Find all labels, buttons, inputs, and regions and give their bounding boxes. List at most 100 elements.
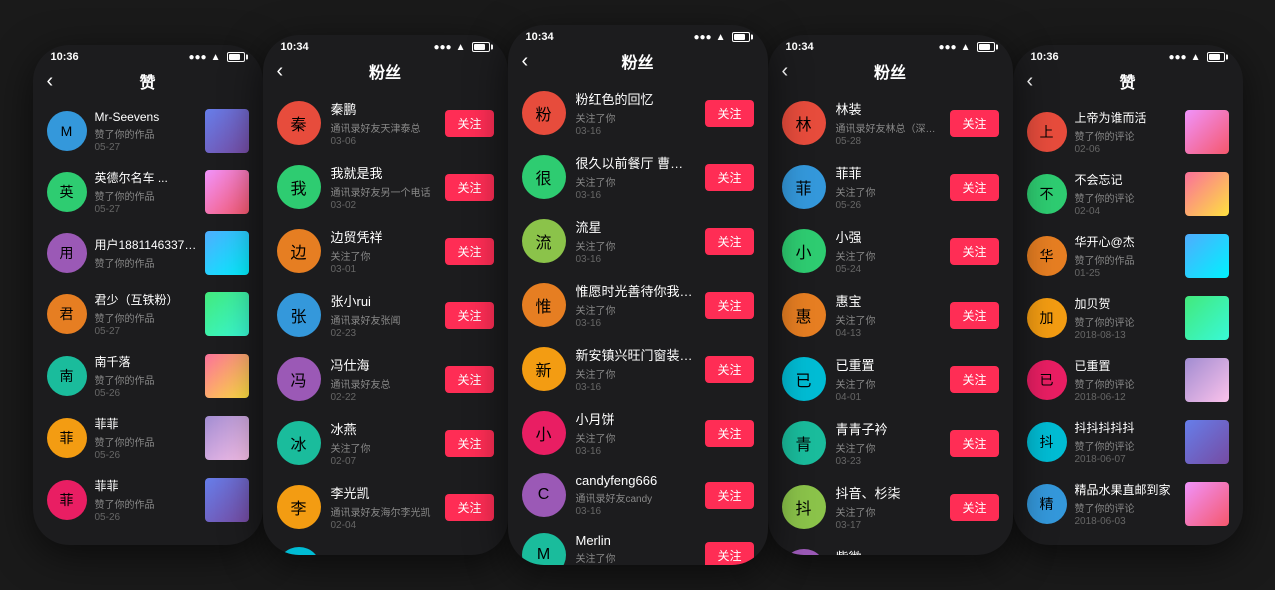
zan-thumb xyxy=(1185,420,1229,464)
follow-button[interactable]: 关注 xyxy=(950,494,998,521)
zan-info: 君少（互铁粉） 赞了你的作品 05-27 xyxy=(95,291,197,337)
nav-bar: ‹ 赞 xyxy=(1013,65,1243,101)
zan-info: 已重置 赞了你的评论 2018-06-12 xyxy=(1075,357,1177,403)
fan-item: 冯 冯仕海 通讯录好友总 02-22 关注 xyxy=(263,347,508,411)
follow-button[interactable]: 关注 xyxy=(445,494,493,521)
follow-button[interactable]: 关注 xyxy=(705,164,753,191)
zan-action: 赞了你的作品 xyxy=(95,434,197,449)
zan-item: 精 精品水果直邮到家 赞了你的评论 2018-06-03 xyxy=(1013,473,1243,535)
follow-button[interactable]: 关注 xyxy=(950,238,998,265)
fan-sub: 关注了你 xyxy=(576,302,696,317)
zan-info: 抖抖抖抖抖 赞了你的评论 2018-06-07 xyxy=(1075,419,1177,465)
item-list: 粉 粉红色的回忆 关注了你 03-16 关注 很 很久以前餐厅 曹世坚 关注了你… xyxy=(508,81,768,565)
avatar: 小 xyxy=(522,411,566,455)
follow-button[interactable]: 关注 xyxy=(950,174,998,201)
fan-info: 已重置 关注了你 04-01 xyxy=(836,355,941,403)
zan-name: 君少（互铁粉） xyxy=(95,291,197,308)
follow-button[interactable]: 关注 xyxy=(445,238,493,265)
zan-action: 赞了你的作品 xyxy=(95,496,197,511)
time: 10:34 xyxy=(281,41,309,53)
fan-item: 小 小强 关注了你 05-24 关注 xyxy=(768,219,1013,283)
fan-name: Merlin xyxy=(576,533,696,548)
follow-button[interactable]: 关注 xyxy=(445,174,493,201)
fan-item: 惠 惠宝 关注了你 04-13 关注 xyxy=(768,283,1013,347)
zan-name: 用户18811463377... xyxy=(95,236,197,253)
fan-info: 很久以前餐厅 曹世坚 关注了你 03-16 xyxy=(576,153,696,201)
fan-info: 小月饼 关注了你 03-16 xyxy=(576,409,696,457)
avatar: 青 xyxy=(782,421,826,465)
fan-info: 青青子衿 关注了你 03-23 xyxy=(836,419,941,467)
fan-item: 紫 紫微 关注了你 03-16 关注 xyxy=(768,539,1013,555)
follow-button[interactable]: 关注 xyxy=(950,302,998,329)
avatar: 我 xyxy=(277,165,321,209)
fan-item: 李 李光凯 通讯录好友海尔李光凯 02-04 关注 xyxy=(263,475,508,539)
follow-button[interactable]: 关注 xyxy=(705,542,753,566)
fan-info: 冰燕 关注了你 02-07 xyxy=(331,419,436,467)
zan-action: 赞了你的评论 xyxy=(1075,190,1177,205)
zan-thumb xyxy=(205,478,249,522)
follow-button[interactable]: 关注 xyxy=(950,430,998,457)
fan-date: 05-28 xyxy=(836,136,941,147)
back-button[interactable]: ‹ xyxy=(277,60,284,83)
avatar: 秦 xyxy=(277,101,321,145)
fan-date: 02-22 xyxy=(331,392,436,403)
fan-date: 04-01 xyxy=(836,392,941,403)
fan-date: 03-16 xyxy=(576,318,696,329)
status-bar: 10:34 ●●● ▲ xyxy=(508,25,768,45)
zan-action: 赞了你的作品 xyxy=(95,126,197,141)
fan-info: 惟愿时光善待你我的青春 关注了你 03-16 xyxy=(576,281,696,329)
zan-date: 05-26 xyxy=(95,388,197,399)
zan-date: 05-27 xyxy=(95,142,197,153)
follow-button[interactable]: 关注 xyxy=(950,110,998,137)
fan-item: 新 新安镇兴旺门窗装饰部 关注了你 03-16 关注 xyxy=(508,337,768,401)
zan-item: 抖 抖抖抖抖抖 赞了你的评论 2018-06-07 xyxy=(1013,411,1243,473)
avatar: 精 xyxy=(1027,484,1067,524)
follow-button[interactable]: 关注 xyxy=(705,356,753,383)
zan-item: 华 华开心@杰 赞了你的作品 01-25 xyxy=(1013,225,1243,287)
battery-icon xyxy=(227,52,245,62)
follow-button[interactable]: 关注 xyxy=(705,228,753,255)
follow-button[interactable]: 关注 xyxy=(705,420,753,447)
avatar: 华 xyxy=(1027,236,1067,276)
zan-item: 菲 菲菲 赞了你的作品 05-26 xyxy=(33,407,263,469)
signal-icon: ●●● xyxy=(433,42,451,53)
zan-date: 01-25 xyxy=(1075,268,1177,279)
follow-button[interactable]: 关注 xyxy=(445,366,493,393)
zan-name: 上帝为谁而活 xyxy=(1075,109,1177,126)
follow-button[interactable]: 关注 xyxy=(950,366,998,393)
follow-button[interactable]: 关注 xyxy=(705,292,753,319)
fan-name: 冰燕 xyxy=(331,419,436,438)
fan-sub: 关注了你 xyxy=(836,504,941,519)
back-button[interactable]: ‹ xyxy=(1027,70,1034,93)
fan-info: Merlin 关注了你 03-16 xyxy=(576,533,696,565)
follow-button[interactable]: 关注 xyxy=(445,302,493,329)
back-button[interactable]: ‹ xyxy=(47,70,54,93)
zan-info: 华开心@杰 赞了你的作品 01-25 xyxy=(1075,233,1177,279)
fan-sub: 关注了你 xyxy=(331,248,436,263)
fan-info: 惠宝 关注了你 04-13 xyxy=(836,291,941,339)
wifi-icon: ▲ xyxy=(961,42,971,53)
signal-icon: ●●● xyxy=(938,42,956,53)
nav-bar: ‹ 粉丝 xyxy=(508,45,768,81)
zan-date: 05-27 xyxy=(95,204,197,215)
avatar: 抖 xyxy=(782,485,826,529)
zan-item: M Mr-Seevens 赞了你的作品 05-27 xyxy=(33,101,263,161)
fan-date: 02-07 xyxy=(331,456,436,467)
page-title: 赞 xyxy=(1119,69,1135,93)
avatar: 张 xyxy=(277,293,321,337)
zan-name: 已重置 xyxy=(1075,357,1177,374)
fan-info: 冯仕海 通讯录好友总 02-22 xyxy=(331,355,436,403)
follow-button[interactable]: 关注 xyxy=(705,100,753,127)
zan-name: 精品水果直邮到家 xyxy=(1075,481,1177,498)
follow-button[interactable]: 关注 xyxy=(445,110,493,137)
follow-button[interactable]: 关注 xyxy=(705,482,753,509)
follow-button[interactable]: 关注 xyxy=(445,430,493,457)
zan-name: 华开心@杰 xyxy=(1075,233,1177,250)
avatar: 紫 xyxy=(782,549,826,555)
back-button[interactable]: ‹ xyxy=(782,60,789,83)
zan-name: 菲菲 xyxy=(95,415,197,432)
fan-sub: 关注了你 xyxy=(576,366,696,381)
time: 10:36 xyxy=(1031,51,1059,63)
back-button[interactable]: ‹ xyxy=(522,50,529,73)
fan-info: 粉红色的回忆 关注了你 03-16 xyxy=(576,89,696,137)
